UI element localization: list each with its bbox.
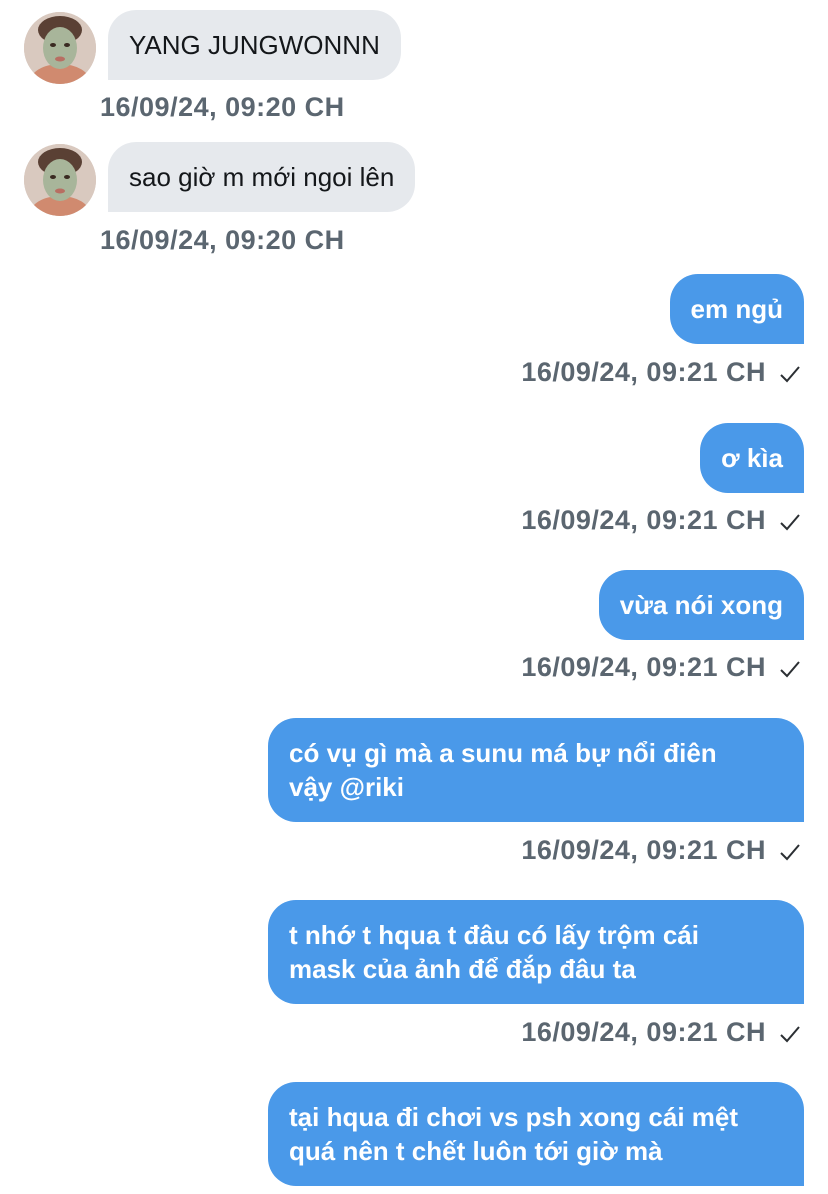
sender-avatar[interactable]	[24, 144, 96, 216]
check-icon	[780, 366, 800, 383]
message-bubble-incoming[interactable]: sao giờ m mới ngoi lên	[108, 142, 416, 212]
message-bubble-outgoing[interactable]: ơ kìa	[700, 423, 804, 493]
sender-avatar[interactable]	[24, 12, 96, 84]
chat-thread[interactable]: YANG JUNGWONNN 16/09/24, 09:20 CH sao gi…	[0, 0, 828, 1194]
message-bubble-outgoing[interactable]: có vụ gì mà a sunu má bự nổi điên vậy @r…	[268, 718, 804, 822]
face-mask-avatar-icon	[24, 12, 96, 84]
message-timestamp: 16/09/24, 09:21 CH	[521, 357, 766, 387]
message-bubble-outgoing[interactable]: tại hqua đi chơi vs psh xong cái mệt quá…	[268, 1082, 804, 1186]
message-bubble-outgoing[interactable]: t nhớ t hqua t đâu có lấy trộm cái mask …	[268, 900, 804, 1004]
message-timestamp: 16/09/24, 09:21 CH	[521, 505, 766, 535]
message-timestamp: 16/09/24, 09:21 CH	[521, 652, 766, 682]
message-timestamp: 16/09/24, 09:21 CH	[521, 835, 766, 865]
check-icon	[780, 844, 800, 861]
message-bubble-incoming[interactable]: YANG JUNGWONNN	[108, 10, 401, 80]
check-icon	[780, 1026, 800, 1043]
message-bubble-outgoing[interactable]: em ngủ	[669, 274, 804, 344]
check-icon	[780, 514, 800, 531]
message-timestamp: 16/09/24, 09:21 CH	[521, 1017, 766, 1047]
face-mask-avatar-icon	[24, 144, 96, 216]
message-timestamp: 16/09/24, 09:20 CH	[100, 225, 345, 255]
message-bubble-outgoing[interactable]: vừa nói xong	[598, 570, 804, 640]
check-icon	[780, 661, 800, 678]
message-timestamp: 16/09/24, 09:20 CH	[100, 92, 345, 122]
